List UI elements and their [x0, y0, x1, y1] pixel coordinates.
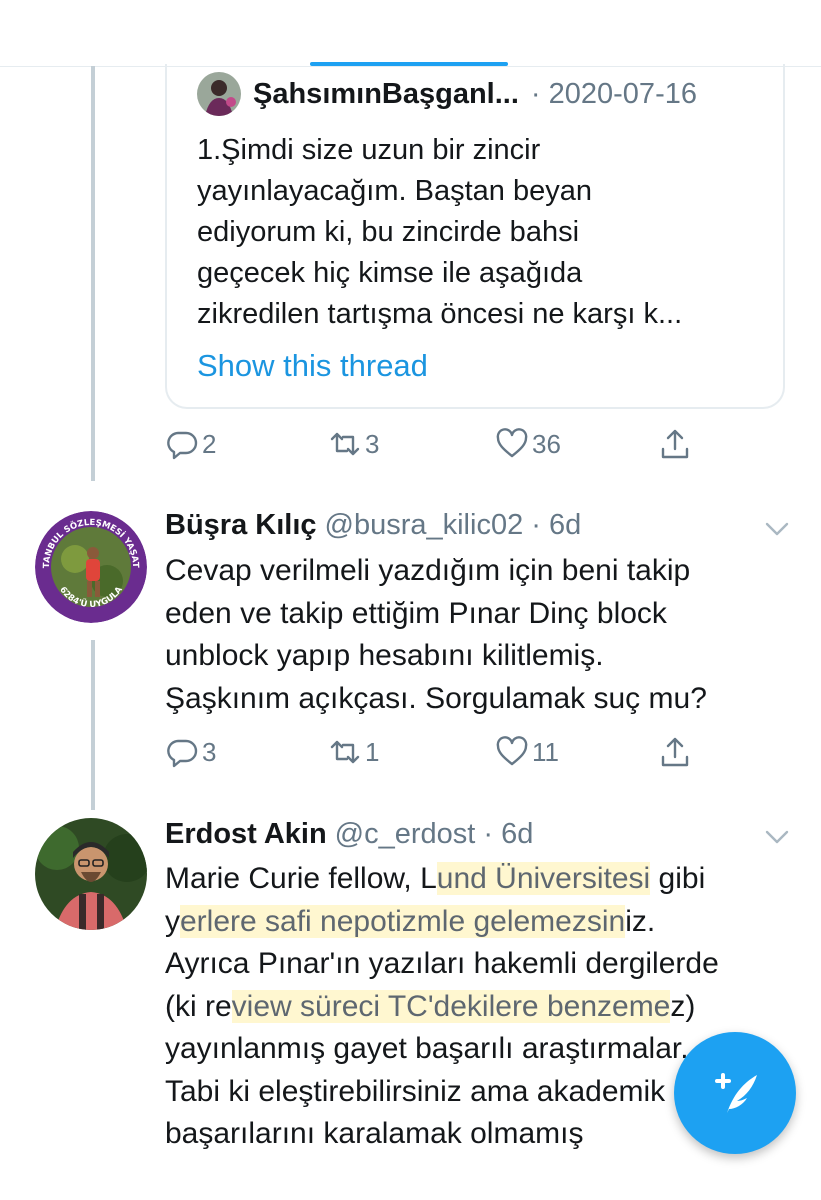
retweet-button[interactable]: 3 — [328, 427, 379, 461]
text-segment: z) — [670, 989, 696, 1023]
avatar[interactable] — [35, 818, 147, 930]
like-button[interactable]: 36 — [495, 427, 561, 461]
text-line: yayınlayacağım. Baştan beyan — [197, 175, 592, 207]
text-segment: iz. — [625, 904, 656, 938]
tweet-actions: 3 1 11 — [165, 735, 705, 775]
avatar[interactable] — [197, 72, 241, 116]
thread-connector-line — [91, 66, 95, 481]
thread-connector-line — [91, 640, 95, 810]
text-segment: Marie Curie fellow, L — [165, 862, 437, 895]
share-icon — [661, 737, 689, 767]
quoted-tweet-text: 1.Şimdi size uzun bir zincir yayınlayaca… — [197, 130, 767, 335]
text-line: (ki review süreci TC'dekilere benzemez) — [165, 986, 805, 1029]
retweet-count: 1 — [365, 736, 380, 767]
tweet-header: Erdost Akin @c_erdost · 6d — [165, 818, 533, 851]
text-line: eden ve takip ettiğim Pınar Dinç block — [165, 596, 667, 630]
quoted-tweet-card[interactable]: ŞahsımınBaşganl... · 2020-07-16 1.Şimdi … — [165, 64, 785, 409]
retweet-icon — [330, 432, 360, 456]
text-line: zikredilen tartışma öncesi ne karşı k... — [197, 298, 683, 330]
text-line: unblock yapıp hesabını kilitlemiş. — [165, 639, 604, 672]
text-line: Ayrıca Pınar'ın yazıları hakemli dergile… — [165, 947, 719, 980]
retweet-count: 3 — [365, 428, 380, 459]
retweet-icon — [330, 740, 360, 764]
highlighted-text: view süreci TC'dekilere benzeme — [231, 989, 671, 1023]
reply-count: 2 — [202, 428, 217, 459]
compose-tweet-icon — [715, 1073, 757, 1113]
highlighted-text: und Üniversitesi — [436, 862, 651, 895]
text-line: yerlere safi nepotizmle gelemezsiniz. — [165, 901, 805, 944]
reply-button[interactable]: 3 — [165, 735, 216, 769]
tweet-header: Büşra Kılıç @busra_kilic02 · 6d — [165, 509, 581, 542]
show-thread-link[interactable]: Show this thread — [197, 348, 428, 384]
text-line: ediyorum ki, bu zincirde bahsi — [197, 216, 580, 248]
text-line: Marie Curie fellow, Lund Üniversitesi gi… — [165, 858, 805, 901]
share-button[interactable] — [658, 735, 692, 769]
quoted-author-name[interactable]: ŞahsımınBaşganl... — [253, 78, 519, 111]
chevron-down-icon[interactable] — [764, 520, 790, 538]
share-icon — [661, 429, 689, 459]
reply-icon — [167, 431, 198, 460]
text-segment: y — [165, 904, 180, 938]
avatar[interactable]: İSTANBUL SÖZLEŞMESİ YAŞATIR 6284'Ü UYGUL… — [35, 511, 147, 623]
compose-tweet-button[interactable] — [674, 1032, 796, 1154]
author-handle-time: @busra_kilic02 · 6d — [324, 509, 582, 541]
reply-button[interactable]: 2 — [165, 427, 216, 461]
retweet-button[interactable]: 1 — [328, 735, 379, 769]
author-name[interactable]: Erdost Akin — [165, 818, 327, 850]
like-count: 11 — [532, 736, 559, 767]
heart-icon — [496, 428, 528, 458]
quoted-tweet-header: ŞahsımınBaşganl... · 2020-07-16 — [197, 72, 697, 116]
text-segment: gibi — [650, 862, 706, 895]
text-segment: (ki re — [165, 989, 232, 1023]
tweet-text: Cevap verilmeli yazdığım için beni takip… — [165, 550, 805, 720]
quoted-tweet-date: · 2020-07-16 — [530, 77, 697, 110]
author-name[interactable]: Büşra Kılıç — [165, 509, 317, 541]
text-line: Şaşkınım açıkçası. Sorgulamak suç mu? — [165, 681, 707, 715]
chevron-down-icon[interactable] — [764, 828, 790, 846]
highlighted-text: erlere safi nepotizmle gelemezsin — [180, 904, 626, 938]
tweet-actions: 2 3 36 — [165, 427, 705, 467]
reply-count: 3 — [202, 736, 217, 767]
text-line: geçecek hiç kimse ile aşağıda — [197, 257, 583, 289]
author-handle-time: @c_erdost · 6d — [334, 818, 534, 850]
like-button[interactable]: 11 — [495, 735, 559, 769]
text-line: 1.Şimdi size uzun bir zincir — [197, 134, 541, 166]
like-count: 36 — [532, 428, 561, 459]
reply-icon — [167, 739, 198, 768]
text-line: Cevap verilmeli yazdığım için beni takip — [165, 554, 691, 587]
share-button[interactable] — [658, 427, 692, 461]
heart-icon — [496, 736, 528, 766]
